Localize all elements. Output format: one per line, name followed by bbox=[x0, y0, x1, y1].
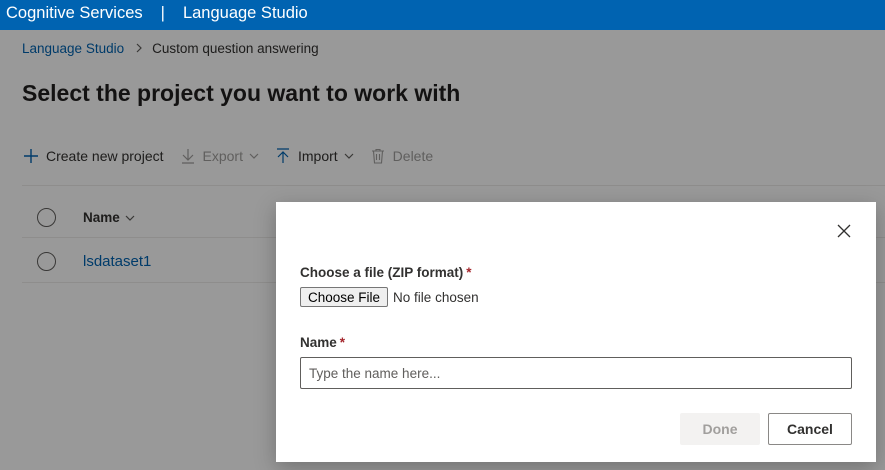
file-status-text: No file chosen bbox=[393, 289, 479, 305]
file-field-label-text: Choose a file (ZIP format) bbox=[300, 265, 464, 280]
done-button[interactable]: Done bbox=[680, 413, 760, 445]
name-field-label: Name * bbox=[300, 335, 345, 350]
required-indicator: * bbox=[339, 335, 346, 350]
name-field-label-text: Name bbox=[300, 335, 337, 350]
choose-file-button[interactable]: Choose File bbox=[300, 287, 389, 307]
required-indicator: * bbox=[466, 265, 472, 280]
import-project-dialog: Choose a file (ZIP format) * Choose File … bbox=[276, 202, 876, 462]
product-title[interactable]: Language Studio bbox=[183, 4, 308, 23]
title-separator: | bbox=[160, 3, 165, 22]
brand-title[interactable]: Cognitive Services bbox=[0, 4, 143, 23]
file-picker: Choose File No file chosen bbox=[300, 287, 479, 307]
close-dialog-button[interactable] bbox=[835, 224, 853, 242]
file-field-label: Choose a file (ZIP format) * bbox=[300, 265, 472, 280]
cancel-button[interactable]: Cancel bbox=[768, 413, 852, 445]
close-icon bbox=[837, 224, 851, 243]
name-input[interactable] bbox=[300, 357, 852, 389]
top-bar: Cognitive Services | Language Studio bbox=[0, 0, 885, 30]
